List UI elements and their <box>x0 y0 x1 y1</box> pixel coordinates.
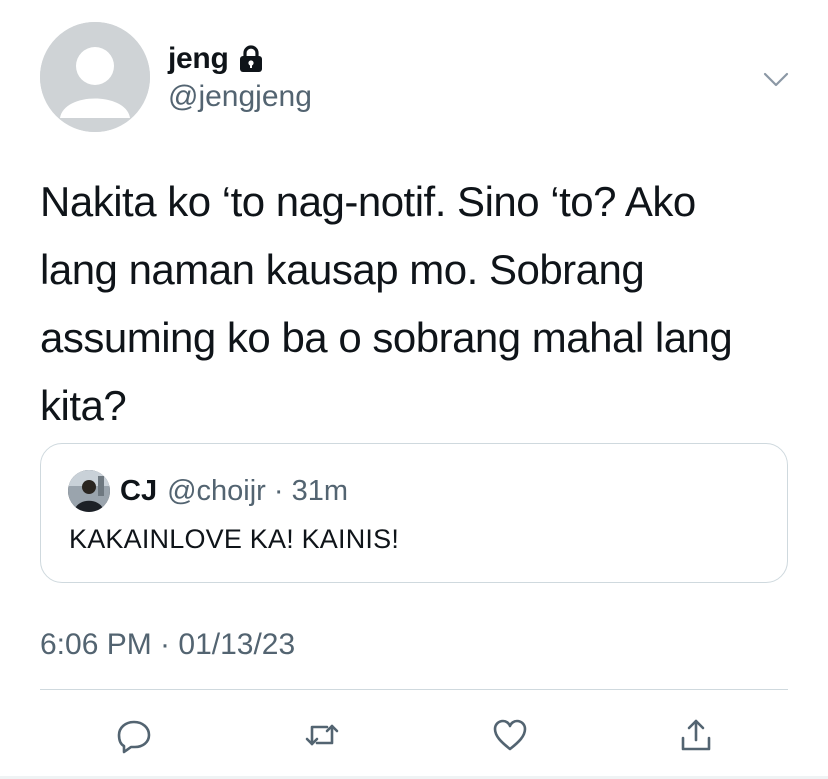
chevron-down-icon <box>763 72 789 87</box>
quoted-author-name: CJ <box>120 474 158 507</box>
author-handle[interactable]: @jengjeng <box>168 80 312 114</box>
quoted-tweet-header: CJ @choijr · 31m <box>68 470 348 512</box>
like-icon <box>493 719 527 751</box>
divider <box>40 689 788 690</box>
quoted-author-handle-time: @choijr · 31m <box>167 474 349 507</box>
tweet-text: Nakita ko ‘to nag-notif. Sino ‘to? Ako l… <box>40 178 733 429</box>
author-name-row: jeng <box>168 42 264 76</box>
quoted-author-avatar <box>68 470 110 512</box>
tweet-timestamp[interactable]: 6:06 PM · 01/13/23 <box>40 628 295 662</box>
more-options-button[interactable] <box>756 62 796 98</box>
share-button[interactable] <box>674 713 718 757</box>
author-avatar[interactable] <box>40 22 150 132</box>
reply-icon <box>117 720 151 754</box>
share-icon <box>681 719 711 751</box>
retweet-button[interactable] <box>300 713 344 757</box>
retweet-icon <box>305 724 339 746</box>
action-bar <box>0 705 828 765</box>
quoted-tweet-card[interactable]: CJ @choijr · 31m KAKAINLOVE KA! KAINIS! <box>40 443 788 583</box>
tweet: jeng @jengjeng Nakita ko ‘to nag-notif. … <box>0 0 828 779</box>
reply-button[interactable] <box>112 713 156 757</box>
author-display-name[interactable]: jeng <box>168 42 229 76</box>
like-button[interactable] <box>488 713 532 757</box>
quoted-tweet-text: KAKAINLOVE KA! KAINIS! <box>69 524 400 554</box>
lock-icon <box>238 44 264 74</box>
